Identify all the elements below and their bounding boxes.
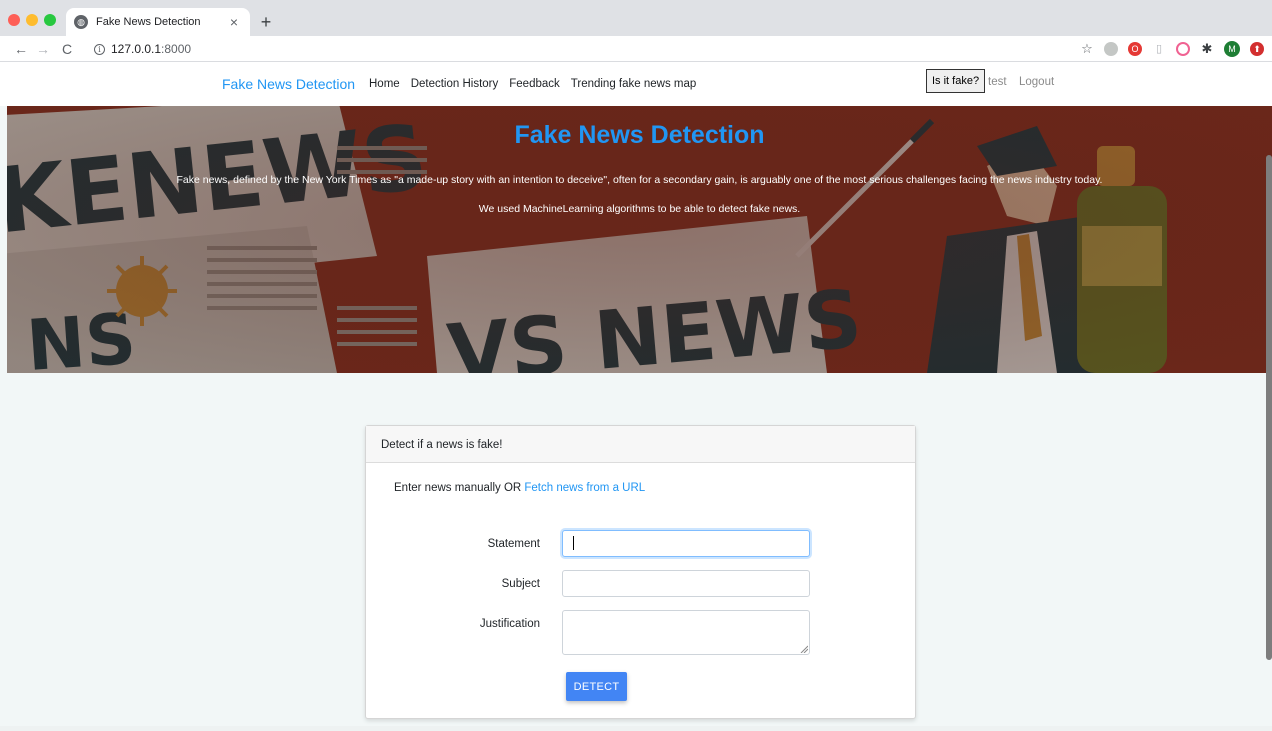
new-tab-button[interactable]: +: [256, 12, 276, 32]
page-scrollbar[interactable]: [1266, 155, 1272, 660]
subject-label: Subject: [501, 578, 540, 590]
close-window-button[interactable]: [8, 14, 20, 26]
minimize-window-button[interactable]: [26, 14, 38, 26]
subject-input[interactable]: [562, 570, 810, 597]
resize-grip-icon[interactable]: [800, 645, 808, 653]
nav-feedback[interactable]: Feedback: [509, 78, 560, 90]
detection-card: Detect if a news is fake! Enter news man…: [365, 425, 916, 719]
url-port: :8000: [161, 42, 192, 56]
justification-textarea[interactable]: [562, 610, 810, 655]
tab-close-icon[interactable]: ×: [226, 14, 242, 30]
is-it-fake-button[interactable]: Is it fake?: [926, 69, 986, 93]
hero-title: Fake News Detection: [514, 121, 765, 149]
reload-icon[interactable]: C: [58, 40, 76, 58]
site-navbar: Fake News Detection Home Detection Histo…: [0, 62, 1272, 106]
card-intro-text: Enter news manually OR: [394, 482, 525, 494]
extension-target-icon[interactable]: [1176, 42, 1190, 56]
extension-grey-icon[interactable]: [1104, 42, 1118, 56]
text-caret: [573, 536, 574, 550]
puzzle-icon[interactable]: ✱: [1200, 42, 1214, 56]
detect-button[interactable]: DETECT: [566, 672, 627, 701]
extensions-area: ☆ O ▯ ✱ M ⬆: [1080, 41, 1264, 57]
nav-trending-map[interactable]: Trending fake news map: [571, 78, 697, 90]
nav-logout[interactable]: Logout: [1019, 76, 1054, 88]
info-icon[interactable]: i: [94, 43, 105, 55]
nav-links: Home Detection History Feedback Trending…: [369, 78, 696, 90]
url-text: 127.0.0.1:8000: [111, 42, 191, 56]
card-header: Detect if a news is fake!: [366, 426, 915, 463]
hero-banner: KENEWS NS VS NEWS: [7, 106, 1272, 373]
back-arrow-icon[interactable]: ←: [12, 40, 30, 58]
browser-toolbar: ← → C i 127.0.0.1:8000 ☆ O ▯ ✱ M ⬆: [0, 36, 1272, 62]
globe-icon: ◍: [74, 15, 88, 29]
hero-ml-note: We used MachineLearning algorithms to be…: [478, 203, 801, 215]
maximize-window-button[interactable]: [44, 14, 56, 26]
url-host: 127.0.0.1: [111, 42, 162, 56]
profile-avatar-icon[interactable]: M: [1224, 41, 1240, 57]
hero-description: Fake news, defined by the New York Times…: [176, 174, 1103, 186]
address-bar[interactable]: i 127.0.0.1:8000: [86, 39, 1066, 59]
statement-label: Statement: [487, 538, 540, 550]
page-bottom-strip: [0, 726, 1272, 731]
statement-input[interactable]: [562, 530, 810, 557]
nav-detection-history[interactable]: Detection History: [411, 78, 499, 90]
extension-opera-icon[interactable]: O: [1128, 42, 1142, 56]
browser-tab[interactable]: ◍ Fake News Detection ×: [66, 8, 250, 36]
bookmark-star-icon[interactable]: ☆: [1080, 42, 1094, 56]
browser-tab-bar: ◍ Fake News Detection × +: [0, 0, 1272, 36]
tab-title: Fake News Detection: [96, 16, 201, 28]
nav-username[interactable]: test: [988, 76, 1007, 88]
extension-update-icon[interactable]: ⬆: [1250, 42, 1264, 56]
justification-label: Justification: [479, 618, 540, 630]
extension-document-icon[interactable]: ▯: [1152, 42, 1166, 56]
card-intro: Enter news manually OR Fetch news from a…: [394, 482, 645, 494]
forward-arrow-icon[interactable]: →: [34, 40, 52, 58]
nav-home[interactable]: Home: [369, 78, 400, 90]
fetch-from-url-link[interactable]: Fetch news from a URL: [524, 482, 645, 494]
brand-link[interactable]: Fake News Detection: [222, 76, 355, 92]
